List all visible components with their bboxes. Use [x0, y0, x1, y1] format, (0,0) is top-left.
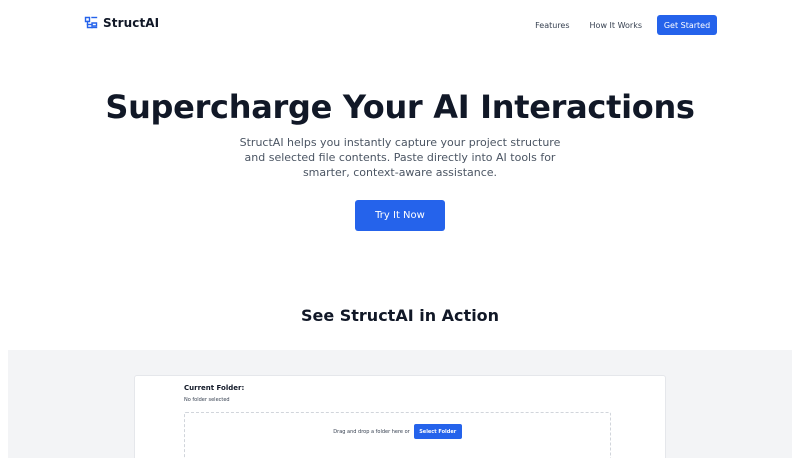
hero-subtitle: StructAI helps you instantly capture you… [239, 136, 561, 179]
dropzone-row: Drag and drop a folder here or Select Fo… [185, 424, 610, 439]
site-header: StructAI Features How It Works Get Start… [0, 0, 800, 50]
demo-section-title: See StructAI in Action [300, 306, 500, 325]
get-started-button[interactable]: Get Started [657, 15, 717, 35]
brand-name: StructAI [103, 16, 160, 30]
nav-features-link[interactable]: Features [535, 21, 569, 30]
demo-panel: Current Folder: No folder selected Drag … [134, 375, 666, 458]
current-folder-value: No folder selected [184, 397, 230, 403]
folder-dropzone[interactable]: Drag and drop a folder here or Select Fo… [184, 412, 611, 458]
hero-title: Supercharge Your AI Interactions [105, 88, 695, 126]
current-folder-label: Current Folder: [184, 384, 245, 392]
main-nav: Features How It Works Get Started [535, 15, 717, 35]
try-it-now-button[interactable]: Try It Now [355, 200, 445, 231]
brand-logo[interactable]: StructAI [84, 16, 159, 30]
structure-icon [84, 16, 98, 30]
select-folder-button[interactable]: Select Folder [413, 424, 462, 439]
dropzone-text: Drag and drop a folder here or [333, 428, 410, 435]
nav-how-it-works-link[interactable]: How It Works [590, 21, 642, 30]
